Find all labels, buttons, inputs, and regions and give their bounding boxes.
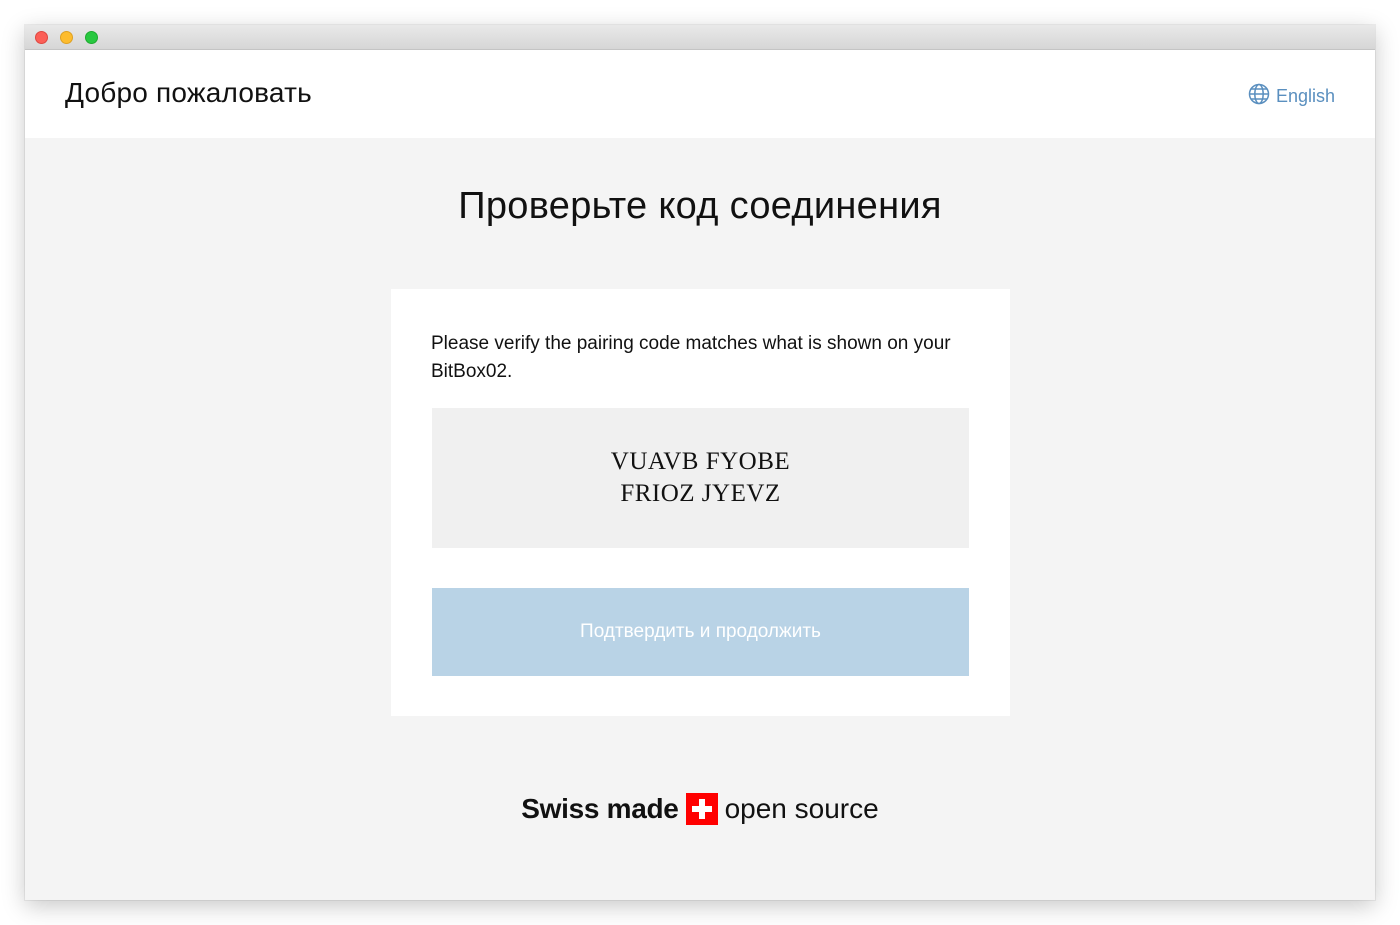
pairing-description: Please verify the pairing code matches w… [431, 333, 951, 382]
header-title: Добро пожаловать [65, 77, 312, 108]
maximize-window-button[interactable] [85, 31, 98, 44]
footer-branding: Swiss made open source [25, 793, 1375, 825]
language-label: English [1275, 86, 1335, 106]
open-source-label: open source [724, 793, 879, 824]
window-titlebar [25, 25, 1375, 50]
minimize-window-button[interactable] [60, 31, 73, 44]
pairing-code-line-1: VUAVB FYOBE [610, 448, 791, 475]
pairing-code-line-2: FRIOZ JYEVZ [620, 480, 781, 507]
swiss-flag-icon [685, 793, 718, 825]
pairing-card: Please verify the pairing code matches w… [391, 289, 1010, 716]
app-window: Добро пожаловать English Проверьте код с… [25, 25, 1375, 900]
close-window-button[interactable] [35, 31, 48, 44]
pairing-code-box: VUAVB FYOBE FRIOZ JYEVZ [432, 408, 969, 548]
swiss-made-label: Swiss made [521, 793, 679, 824]
globe-icon [1248, 83, 1276, 110]
app-header: Добро пожаловать English [25, 50, 1375, 138]
language-selector[interactable]: English [1248, 83, 1335, 110]
confirm-continue-button[interactable]: Подтвердить и продолжить [432, 588, 969, 676]
page-title: Проверьте код соединения [458, 185, 942, 227]
